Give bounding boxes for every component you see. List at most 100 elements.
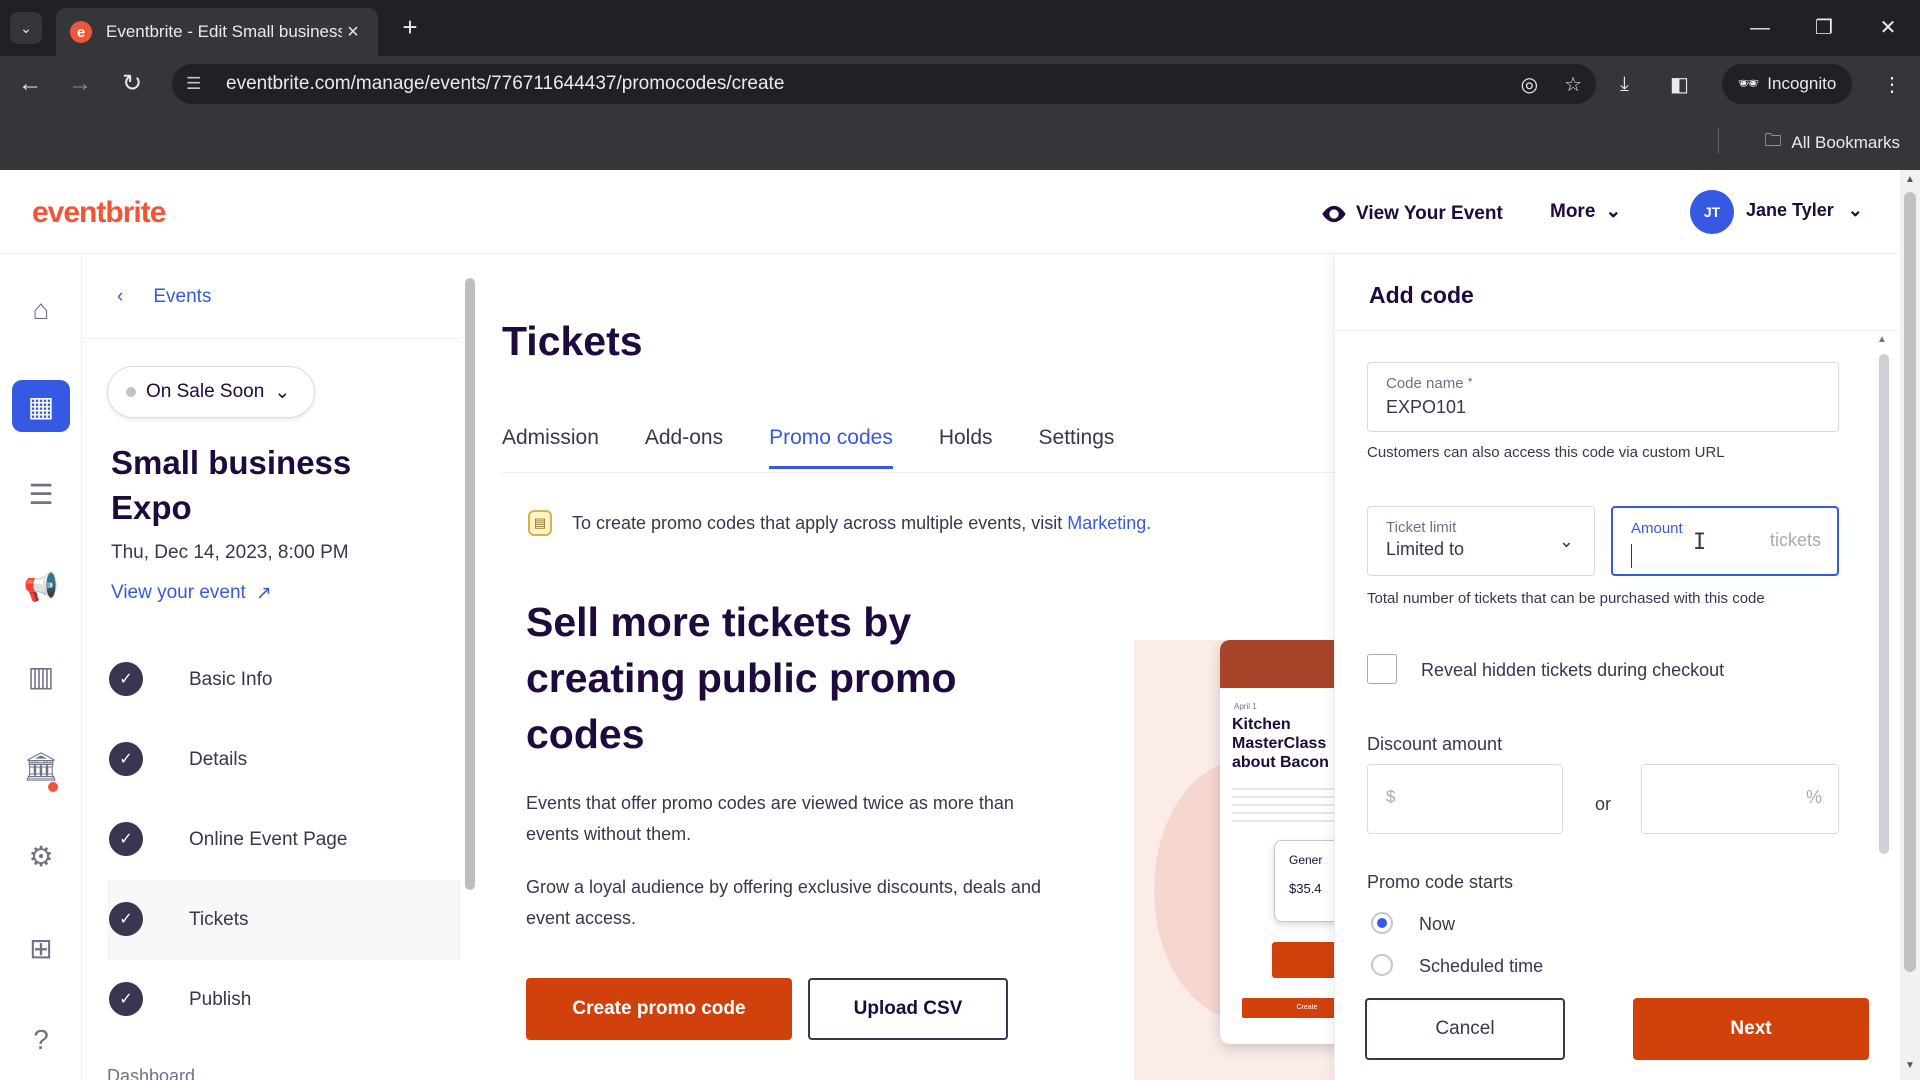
bookmarks-bar: 🗀 All Bookmarks [0, 112, 1920, 170]
notice-text: To create promo codes that apply across … [572, 512, 1063, 533]
scrollbar-thumb[interactable] [1904, 192, 1916, 972]
upload-csv-button[interactable]: Upload CSV [808, 978, 1008, 1040]
page-title: Tickets [502, 318, 643, 364]
user-menu[interactable]: Jane Tyler ⌄ [1746, 200, 1863, 221]
step-details[interactable]: ✓ Details [107, 720, 461, 800]
step-basic-info[interactable]: ✓ Basic Info [107, 640, 461, 720]
cancel-button[interactable]: Cancel [1365, 998, 1565, 1060]
tab-admission[interactable]: Admission [502, 426, 599, 469]
code-name-helper: Customers can also access this code via … [1367, 444, 1725, 461]
marketing-link[interactable]: Marketing. [1067, 513, 1151, 533]
restore-window-icon[interactable]: ❐ [1802, 10, 1846, 46]
step-publish[interactable]: ✓ Publish [107, 960, 461, 1040]
side-panel-icon[interactable]: ◧ [1670, 64, 1689, 104]
eye-off-icon[interactable]: ◎ [1521, 72, 1538, 97]
scroll-up-icon[interactable]: ▲ [1877, 334, 1887, 345]
bank-icon[interactable]: 🏛 [12, 740, 70, 792]
more-menu[interactable]: More ⌄ [1550, 200, 1621, 223]
page-scrollbar[interactable]: ▲ ▼ [1900, 170, 1920, 1080]
check-icon: ✓ [109, 742, 143, 776]
eye-icon [1322, 205, 1346, 223]
or-separator: or [1595, 794, 1612, 814]
home-icon[interactable]: ⌂ [12, 284, 70, 336]
reload-icon[interactable]: ↻ [114, 68, 150, 100]
incognito-label: Incognito [1767, 74, 1837, 93]
side-panel-scrollbar[interactable] [462, 262, 478, 1080]
ticket-limit-label: Ticket limit [1386, 519, 1457, 536]
top-navigation: eventbrite View Your Event More ⌄ JT Jan… [0, 170, 1900, 254]
forward-arrow-icon[interactable]: → [62, 68, 98, 100]
discount-percent-input[interactable]: % [1641, 764, 1839, 834]
url-text: eventbrite.com/manage/events/77671164443… [226, 73, 785, 94]
ticket-limit-value: Limited to [1386, 539, 1465, 559]
tab-settings[interactable]: Settings [1039, 426, 1115, 469]
scroll-up-icon[interactable]: ▲ [1905, 174, 1915, 185]
start-scheduled-radio[interactable] [1371, 954, 1393, 976]
minimize-window-icon[interactable]: — [1738, 10, 1782, 46]
eventbrite-favicon-icon: e [70, 21, 92, 43]
drawer-scrollbar[interactable]: ▲ [1875, 334, 1893, 982]
scrollbar-thumb[interactable] [1879, 354, 1889, 854]
avatar[interactable]: JT [1690, 190, 1734, 234]
back-arrow-icon[interactable]: ← [12, 68, 48, 100]
bar-chart-icon[interactable]: ▥ [12, 650, 70, 702]
tab-holds[interactable]: Holds [939, 426, 993, 469]
site-settings-icon[interactable]: ☰ [186, 74, 210, 94]
tab-promo-codes[interactable]: Promo codes [769, 426, 893, 469]
browser-tab-strip: ⌄ e Eventbrite - Edit Small business Exp… [0, 0, 1920, 56]
scroll-down-icon[interactable]: ▼ [1905, 1060, 1915, 1071]
close-tab-icon[interactable]: × [342, 21, 364, 44]
step-tickets[interactable]: ✓ Tickets [107, 880, 461, 960]
browser-menu-icon[interactable]: ⋮ [1882, 64, 1902, 104]
ticket-icon: ▤ [528, 510, 552, 536]
drawer-divider [1335, 330, 1901, 331]
reveal-hidden-checkbox[interactable] [1367, 654, 1397, 684]
help-icon[interactable]: ? [12, 1014, 70, 1066]
ticket-limit-select[interactable]: Ticket limit Limited to ⌄ [1367, 506, 1595, 576]
tab-search-button[interactable]: ⌄ [10, 12, 42, 44]
illustration-ticket-card: Gener $35.4 [1274, 840, 1334, 922]
code-name-field[interactable]: Code name * EXPO101 [1367, 362, 1839, 432]
marketing-notice: ▤ To create promo codes that apply acros… [528, 510, 1151, 536]
event-status-dropdown[interactable]: On Sale Soon ⌄ [107, 366, 315, 418]
check-icon: ✓ [109, 982, 143, 1016]
calendar-icon[interactable]: ▦ [12, 380, 70, 432]
next-button[interactable]: Next [1633, 998, 1869, 1060]
tabs-divider [502, 472, 1334, 473]
dashboard-section-label: Dashboard [107, 1066, 196, 1080]
chevron-down-icon: ⌄ [1558, 531, 1574, 551]
step-online-event-page[interactable]: ✓ Online Event Page [107, 800, 461, 880]
close-window-icon[interactable]: ✕ [1866, 10, 1910, 46]
orders-list-icon[interactable]: ☰ [12, 468, 70, 520]
start-now-label[interactable]: Now [1419, 914, 1455, 935]
all-bookmarks-button[interactable]: 🗀 All Bookmarks [1718, 128, 1900, 157]
view-your-event-label: View Your Event [1356, 203, 1503, 224]
incognito-indicator[interactable]: 🕶 Incognito [1722, 64, 1852, 104]
create-promo-code-button[interactable]: Create promo code [526, 978, 792, 1040]
view-your-event-side-link[interactable]: View your event ↗ [111, 582, 272, 605]
new-tab-button[interactable]: + [396, 14, 424, 42]
divider [83, 338, 461, 339]
drawer-footer: Cancel Next [1335, 982, 1901, 1080]
back-to-events-link[interactable]: ‹ Events [117, 286, 211, 308]
discount-dollar-input[interactable]: $ [1367, 764, 1563, 834]
megaphone-icon[interactable]: 📢 [12, 560, 70, 612]
download-icon[interactable]: ⤓ [1620, 64, 1629, 104]
gear-icon[interactable]: ⚙ [12, 830, 70, 882]
browser-tab[interactable]: e Eventbrite - Edit Small business Expo … [56, 8, 378, 56]
reveal-hidden-label[interactable]: Reveal hidden tickets during checkout [1421, 660, 1724, 681]
view-your-event-link[interactable]: View Your Event [1320, 200, 1503, 228]
scrollbar-thumb[interactable] [465, 278, 475, 890]
bookmark-star-icon[interactable]: ☆ [1564, 72, 1582, 97]
eventbrite-logo[interactable]: eventbrite [32, 196, 166, 230]
promo-hero-paragraph-1: Events that offer promo codes are viewed… [526, 793, 1014, 844]
tab-add-ons[interactable]: Add-ons [645, 426, 723, 469]
add-code-drawer: Add code Code name * EXPO101 Customers c… [1334, 254, 1901, 1080]
apps-grid-icon[interactable]: ⊞ [12, 922, 70, 974]
address-bar[interactable]: ☰ eventbrite.com/manage/events/776711644… [172, 64, 1596, 104]
illustration-ticket-price: $35.4 [1289, 881, 1322, 896]
start-scheduled-label[interactable]: Scheduled time [1419, 956, 1543, 977]
ticket-amount-input[interactable]: Amount I tickets [1611, 506, 1839, 576]
start-now-radio[interactable] [1371, 912, 1393, 934]
promo-hero-paragraph-2: Grow a loyal audience by offering exclus… [526, 877, 1041, 928]
